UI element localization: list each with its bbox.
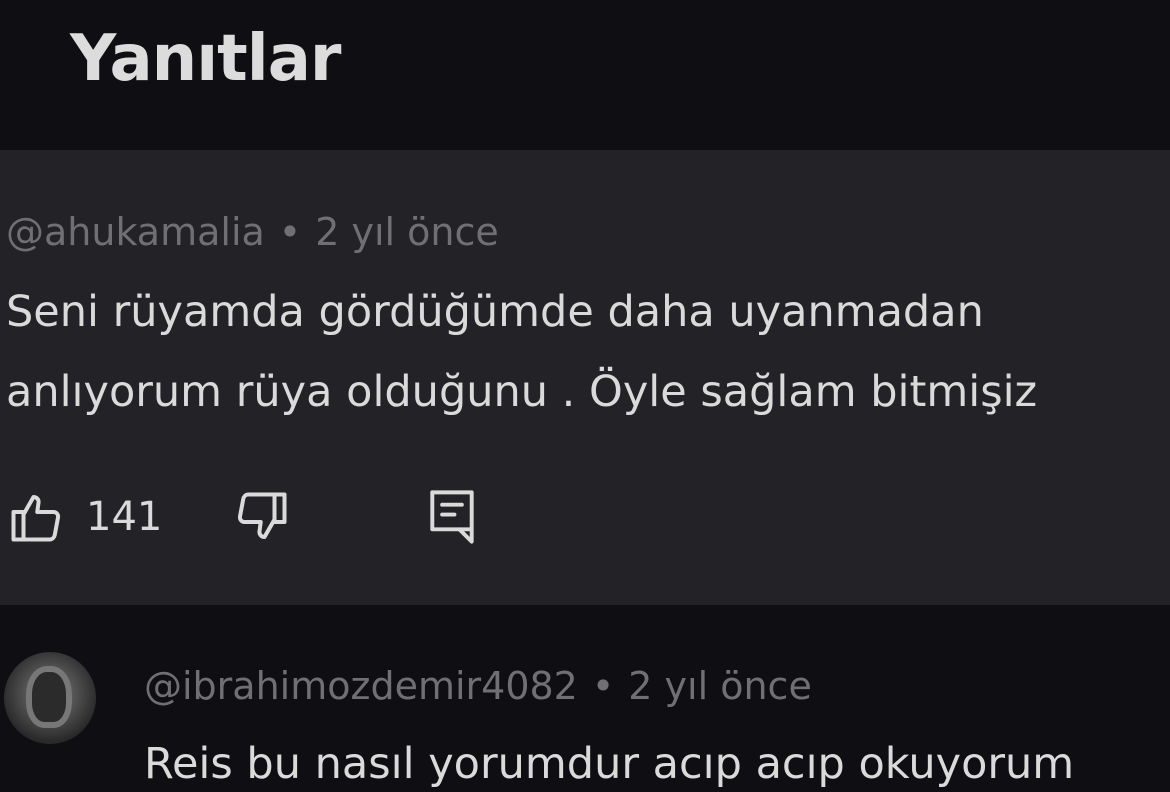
meta-separator: • [278,210,302,254]
comment-reply-icon [430,490,475,544]
meta-separator: • [591,664,615,708]
reply-button[interactable] [422,485,482,549]
comment-time: 2 yıl önce [315,210,499,254]
reply-meta: @ibrahimozdemir4082 • 2 yıl önce [144,664,812,708]
reply-text: Reis bu nasıl yorumdur acıp acıp okuyoru… [144,739,1075,789]
replies-header: Yanıtlar [0,0,1170,148]
comment-author[interactable]: @ahukamalia [6,210,265,254]
replies-page: Yanıtlar @ahukamalia • 2 yıl önce Seni rüy… [0,0,1170,792]
like-count: 141 [86,494,163,540]
comment-meta: @ahukamalia • 2 yıl önce [6,210,499,254]
comment-text-line-1: Seni rüyamda gördüğümde daha uyanmadan [6,287,984,337]
comment-actions: 141 [6,482,482,552]
thumbs-down-icon [238,492,287,539]
reply-author[interactable]: @ibrahimozdemir4082 [144,664,578,708]
reply-time: 2 yıl önce [628,664,812,708]
dislike-button[interactable] [232,487,292,547]
thumbs-up-icon [11,495,61,542]
comment-text-line-2: anlıyorum rüya olduğunu . Öyle sağlam bi… [6,367,1038,417]
avatar-figure [26,666,72,728]
page-title: Yanıtlar [70,22,341,96]
like-button[interactable] [6,487,66,547]
avatar[interactable] [4,652,96,744]
